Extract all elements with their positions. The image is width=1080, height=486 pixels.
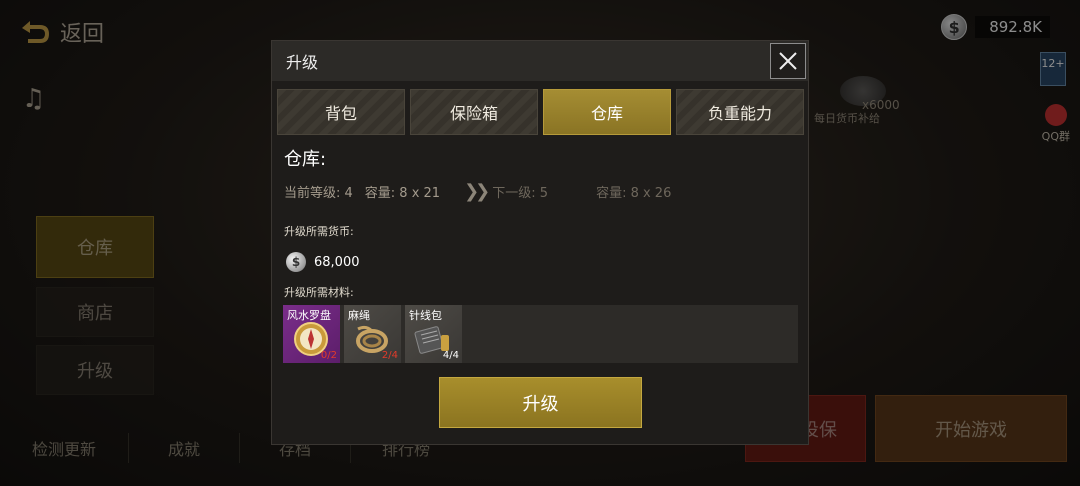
material-count: 2/4 [381,350,398,361]
material-count: 0/2 [320,350,337,361]
double-chevron-icon: ❯❯ [464,181,490,202]
material-name: 风水罗盘 [287,309,331,322]
materials-list: 风水罗盘 0/2 麻绳 2/4 针线包 4/4 [283,305,798,363]
close-icon [779,52,797,70]
cost-value: 68,000 [314,254,360,270]
upgrade-dialog: 升级 背包 保险箱 仓库 负重能力 仓库: 当前等级: 4 容量: 8 x 21… [271,40,809,445]
close-button[interactable] [770,43,806,79]
dialog-header: 升级 [272,41,808,81]
currency-requirement-label: 升级所需货币: [284,225,354,238]
current-level: 当前等级: 4 [284,186,353,201]
tab-backpack[interactable]: 背包 [277,89,405,135]
upgrade-cost: $ 68,000 [286,252,360,272]
upgrade-button[interactable]: 升级 [439,377,642,428]
material-name: 针线包 [409,309,442,322]
material-count: 4/4 [442,350,459,361]
next-capacity: 容量: 8 x 26 [596,186,672,201]
material-item[interactable]: 针线包 4/4 [405,305,462,363]
tab-warehouse[interactable]: 仓库 [543,89,671,135]
tab-carry-capacity[interactable]: 负重能力 [676,89,804,135]
current-capacity: 容量: 8 x 21 [364,186,441,201]
material-item[interactable]: 风水罗盘 0/2 [283,305,340,363]
section-title: 仓库: [284,149,327,170]
coin-icon: $ [286,252,306,272]
next-level: 下一级: 5 [492,186,549,201]
dialog-title: 升级 [286,53,319,72]
tab-safe[interactable]: 保险箱 [410,89,538,135]
materials-requirement-label: 升级所需材料: [284,286,354,299]
material-item[interactable]: 麻绳 2/4 [344,305,401,363]
upgrade-tabs: 背包 保险箱 仓库 负重能力 [277,89,804,135]
level-info: 当前等级: 4 容量: 8 x 21 ❯❯ 下一级: 5 容量: 8 x 26 [284,181,671,202]
material-name: 麻绳 [348,309,370,322]
